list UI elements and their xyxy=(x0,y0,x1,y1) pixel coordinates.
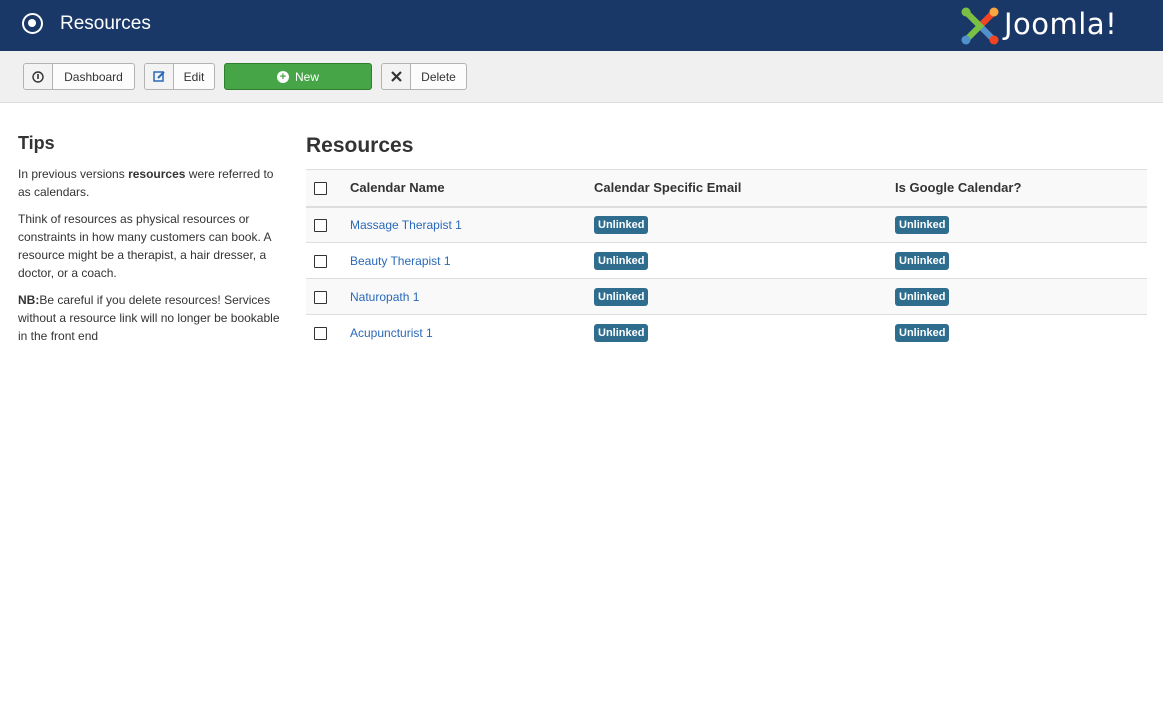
google-status-badge: Unlinked xyxy=(895,251,950,270)
email-cell: Unlinked xyxy=(594,206,895,243)
name-cell: Naturopath 1 xyxy=(350,278,594,315)
tips-p1-bold: resources xyxy=(128,167,186,181)
edit-label: Edit xyxy=(183,69,205,84)
delete-label: Delete xyxy=(421,69,456,84)
page-title: Resources xyxy=(60,13,151,34)
calendar-name-link[interactable]: Massage Therapist 1 xyxy=(350,218,462,232)
row-check-cell xyxy=(306,278,350,315)
row-checkbox[interactable] xyxy=(314,326,327,340)
tips-paragraph-3: NB:Be careful if you delete resources! S… xyxy=(18,291,286,345)
calendar-name-link[interactable]: Naturopath 1 xyxy=(350,290,419,304)
plus-circle-icon: + xyxy=(276,70,289,83)
email-status-badge: Unlinked xyxy=(594,323,649,342)
column-header-email[interactable]: Calendar Specific Email xyxy=(594,169,895,208)
edit-icon xyxy=(145,64,174,89)
google-cell: Unlinked xyxy=(895,206,1147,243)
target-icon xyxy=(22,13,43,34)
resources-table: Calendar Name Calendar Specific Email Is… xyxy=(306,169,1147,351)
table-row: Massage Therapist 1 Unlinked Unlinked xyxy=(306,206,1147,243)
table-row: Beauty Therapist 1 Unlinked Unlinked xyxy=(306,242,1147,279)
tips-p1-text: In previous versions xyxy=(18,167,129,181)
logo-wordmark: Joomla! xyxy=(1004,7,1118,41)
select-all-checkbox[interactable] xyxy=(314,182,327,196)
google-status-badge: Unlinked xyxy=(895,287,950,306)
section-title: Resources xyxy=(306,134,414,157)
row-check-cell xyxy=(306,314,350,351)
email-cell: Unlinked xyxy=(594,278,895,315)
tips-paragraph-2: Think of resources as physical resources… xyxy=(18,212,271,280)
google-cell: Unlinked xyxy=(895,314,1147,351)
delete-button[interactable]: Delete xyxy=(381,63,467,90)
google-status-badge: Unlinked xyxy=(895,323,950,342)
row-checkbox[interactable] xyxy=(314,254,327,268)
table-row: Acupuncturist 1 Unlinked Unlinked xyxy=(306,314,1147,351)
top-header: Resources Joomla! xyxy=(0,0,1163,51)
google-status-badge: Unlinked xyxy=(895,215,950,234)
joomla-logo-icon xyxy=(961,7,999,45)
row-check-cell xyxy=(306,206,350,243)
google-cell: Unlinked xyxy=(895,242,1147,279)
info-icon xyxy=(24,64,53,89)
column-header-google[interactable]: Is Google Calendar? xyxy=(895,169,1147,208)
name-cell: Acupuncturist 1 xyxy=(350,314,594,351)
tips-paragraph-1: In previous versions resources were refe… xyxy=(18,165,286,201)
close-icon xyxy=(382,64,411,89)
name-cell: Beauty Therapist 1 xyxy=(350,242,594,279)
table-header-row: Calendar Name Calendar Specific Email Is… xyxy=(306,169,1147,208)
email-cell: Unlinked xyxy=(594,314,895,351)
email-status-badge: Unlinked xyxy=(594,215,649,234)
email-cell: Unlinked xyxy=(594,242,895,279)
toolbar: Dashboard Edit + New Delete xyxy=(0,51,1163,103)
calendar-name-link[interactable]: Acupuncturist 1 xyxy=(350,326,433,340)
table-row: Naturopath 1 Unlinked Unlinked xyxy=(306,278,1147,315)
joomla-logo[interactable]: Joomla! xyxy=(960,6,1150,46)
calendar-name-link[interactable]: Beauty Therapist 1 xyxy=(350,254,451,268)
edit-button[interactable]: Edit xyxy=(144,63,215,90)
tips-title: Tips xyxy=(18,133,55,153)
row-checkbox[interactable] xyxy=(314,290,327,304)
row-checkbox[interactable] xyxy=(314,218,327,232)
email-status-badge: Unlinked xyxy=(594,287,649,306)
main-content: Resources Calendar Name Calendar Specifi… xyxy=(306,133,1147,351)
tips-p3-bold: NB: xyxy=(18,293,40,307)
dashboard-button[interactable]: Dashboard xyxy=(23,63,135,90)
select-all-cell xyxy=(306,169,350,208)
new-label: New xyxy=(294,69,319,84)
column-header-name[interactable]: Calendar Name xyxy=(350,169,594,208)
new-button[interactable]: + New xyxy=(224,63,372,90)
google-cell: Unlinked xyxy=(895,278,1147,315)
row-check-cell xyxy=(306,242,350,279)
dashboard-label: Dashboard xyxy=(64,69,123,84)
email-status-badge: Unlinked xyxy=(594,251,649,270)
name-cell: Massage Therapist 1 xyxy=(350,206,594,243)
tips-panel: Tips In previous versions resources were… xyxy=(18,133,286,354)
tips-p3-text: Be careful if you delete resources! Serv… xyxy=(18,293,280,343)
